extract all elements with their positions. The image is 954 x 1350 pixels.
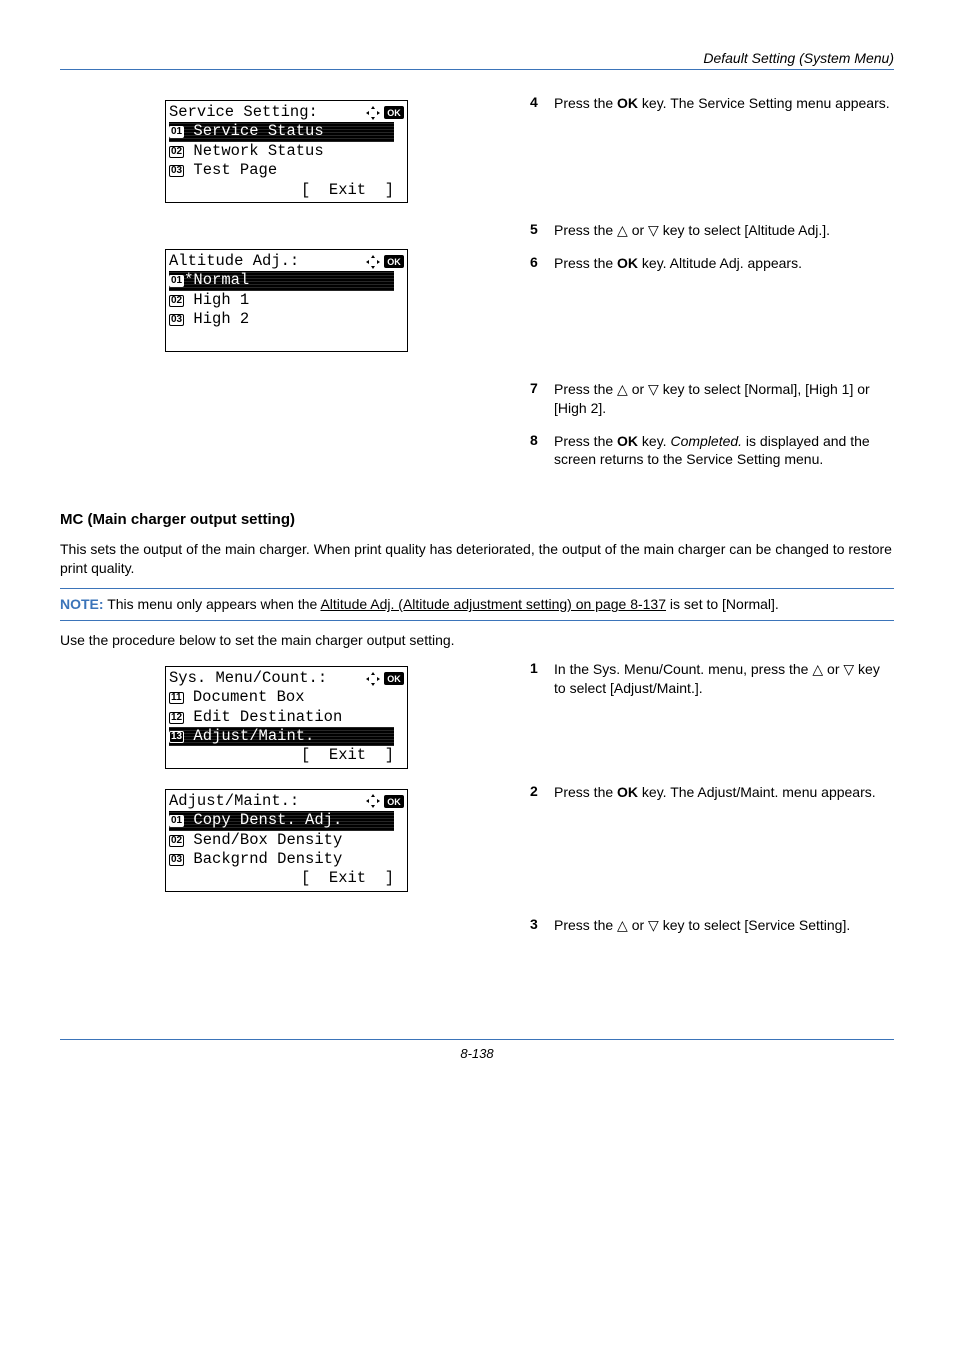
nav-ok-icons: OK [366, 672, 404, 686]
lcd-service-setting: Service Setting: OK 01 Service Status 02… [165, 100, 408, 203]
lcd3-row1: 11 Document Box [169, 688, 404, 707]
up-triangle-icon: △ [617, 222, 628, 238]
svg-text:OK: OK [387, 257, 401, 267]
section-heading: MC (Main charger output setting) [60, 511, 894, 528]
footer-rule [60, 1039, 894, 1040]
lcd-altitude-adj: Altitude Adj.: OK 01*Normal 02 High 1 03… [165, 249, 408, 352]
lcd2-row2: 02 High 1 [169, 291, 404, 310]
ok-icon: OK [384, 672, 404, 685]
ok-icon: OK [384, 255, 404, 268]
lcd4-row2: 02 Send/Box Density [169, 831, 404, 850]
up-triangle-icon: △ [812, 661, 823, 677]
nav-arrows-icon [366, 255, 380, 269]
nav-arrows-icon [366, 672, 380, 686]
down-triangle-icon: ▽ [648, 222, 659, 238]
step-4: 4 Press the OK key. The Service Setting … [530, 94, 894, 113]
down-triangle-icon: ▽ [648, 917, 659, 933]
altitude-adj-link[interactable]: Altitude Adj. (Altitude adjustment setti… [320, 596, 666, 612]
svg-text:OK: OK [387, 108, 401, 118]
step-8: 8 Press the OK key. Completed. is displa… [530, 432, 894, 470]
lcd1-row2: 02 Network Status [169, 142, 404, 161]
down-triangle-icon: ▽ [648, 381, 659, 397]
header-title: Default Setting (System Menu) [703, 50, 894, 66]
lcd4-row1: 01 Copy Denst. Adj. [169, 811, 394, 830]
page-number: 8-138 [460, 1046, 493, 1061]
lcd3-row3: 13 Adjust/Maint. [169, 727, 394, 746]
nav-ok-icons: OK [366, 255, 404, 269]
lcd1-row3: 03 Test Page [169, 161, 404, 180]
down-triangle-icon: ▽ [843, 661, 854, 677]
up-triangle-icon: △ [617, 917, 628, 933]
step-7: 7 Press the △ or ▽ key to select [Normal… [530, 380, 894, 418]
lcd1-title: Service Setting: [169, 103, 318, 122]
page-footer: 8-138 [60, 1039, 894, 1061]
lcd3-row2: 12 Edit Destination [169, 708, 404, 727]
nav-ok-icons: OK [366, 794, 404, 808]
lcd3-exit: [ Exit ] [169, 746, 404, 765]
step-5: 5 Press the △ or ▽ key to select [Altitu… [530, 221, 894, 240]
note-label: NOTE: [60, 596, 104, 612]
note-paragraph: NOTE: This menu only appears when the Al… [60, 595, 894, 614]
lcd4-title: Adjust/Maint.: [169, 792, 299, 811]
note-rule-top [60, 588, 894, 589]
svg-text:OK: OK [387, 797, 401, 807]
step-6: 6 Press the OK key. Altitude Adj. appear… [530, 254, 894, 273]
lcd4-row3: 03 Backgrnd Density [169, 850, 404, 869]
nav-ok-icons: OK [366, 106, 404, 120]
lcd4-exit: [ Exit ] [169, 869, 404, 888]
section-intro: This sets the output of the main charger… [60, 540, 894, 578]
lcd2-row3: 03 High 2 [169, 310, 404, 329]
svg-text:OK: OK [387, 674, 401, 684]
procedure-intro: Use the procedure below to set the main … [60, 631, 894, 650]
header-rule [60, 69, 894, 70]
nav-arrows-icon [366, 106, 380, 120]
step-3: 3 Press the △ or ▽ key to select [Servic… [530, 916, 894, 935]
step-1: 1 In the Sys. Menu/Count. menu, press th… [530, 660, 894, 698]
lcd1-row1: 01 Service Status [169, 122, 394, 141]
lcd2-title: Altitude Adj.: [169, 252, 299, 271]
lcd-sys-menu: Sys. Menu/Count.: OK 11 Document Box 12 … [165, 666, 408, 769]
up-triangle-icon: △ [617, 381, 628, 397]
ok-icon: OK [384, 795, 404, 808]
nav-arrows-icon [366, 794, 380, 808]
page-header: Default Setting (System Menu) [60, 50, 894, 66]
lcd-adjust-maint: Adjust/Maint.: OK 01 Copy Denst. Adj. 02… [165, 789, 408, 892]
lcd1-exit: [ Exit ] [169, 181, 404, 200]
step-2: 2 Press the OK key. The Adjust/Maint. me… [530, 783, 894, 802]
lcd2-row1: 01*Normal [169, 271, 394, 290]
ok-icon: OK [384, 106, 404, 119]
lcd3-title: Sys. Menu/Count.: [169, 669, 327, 688]
note-rule-bottom [60, 620, 894, 621]
